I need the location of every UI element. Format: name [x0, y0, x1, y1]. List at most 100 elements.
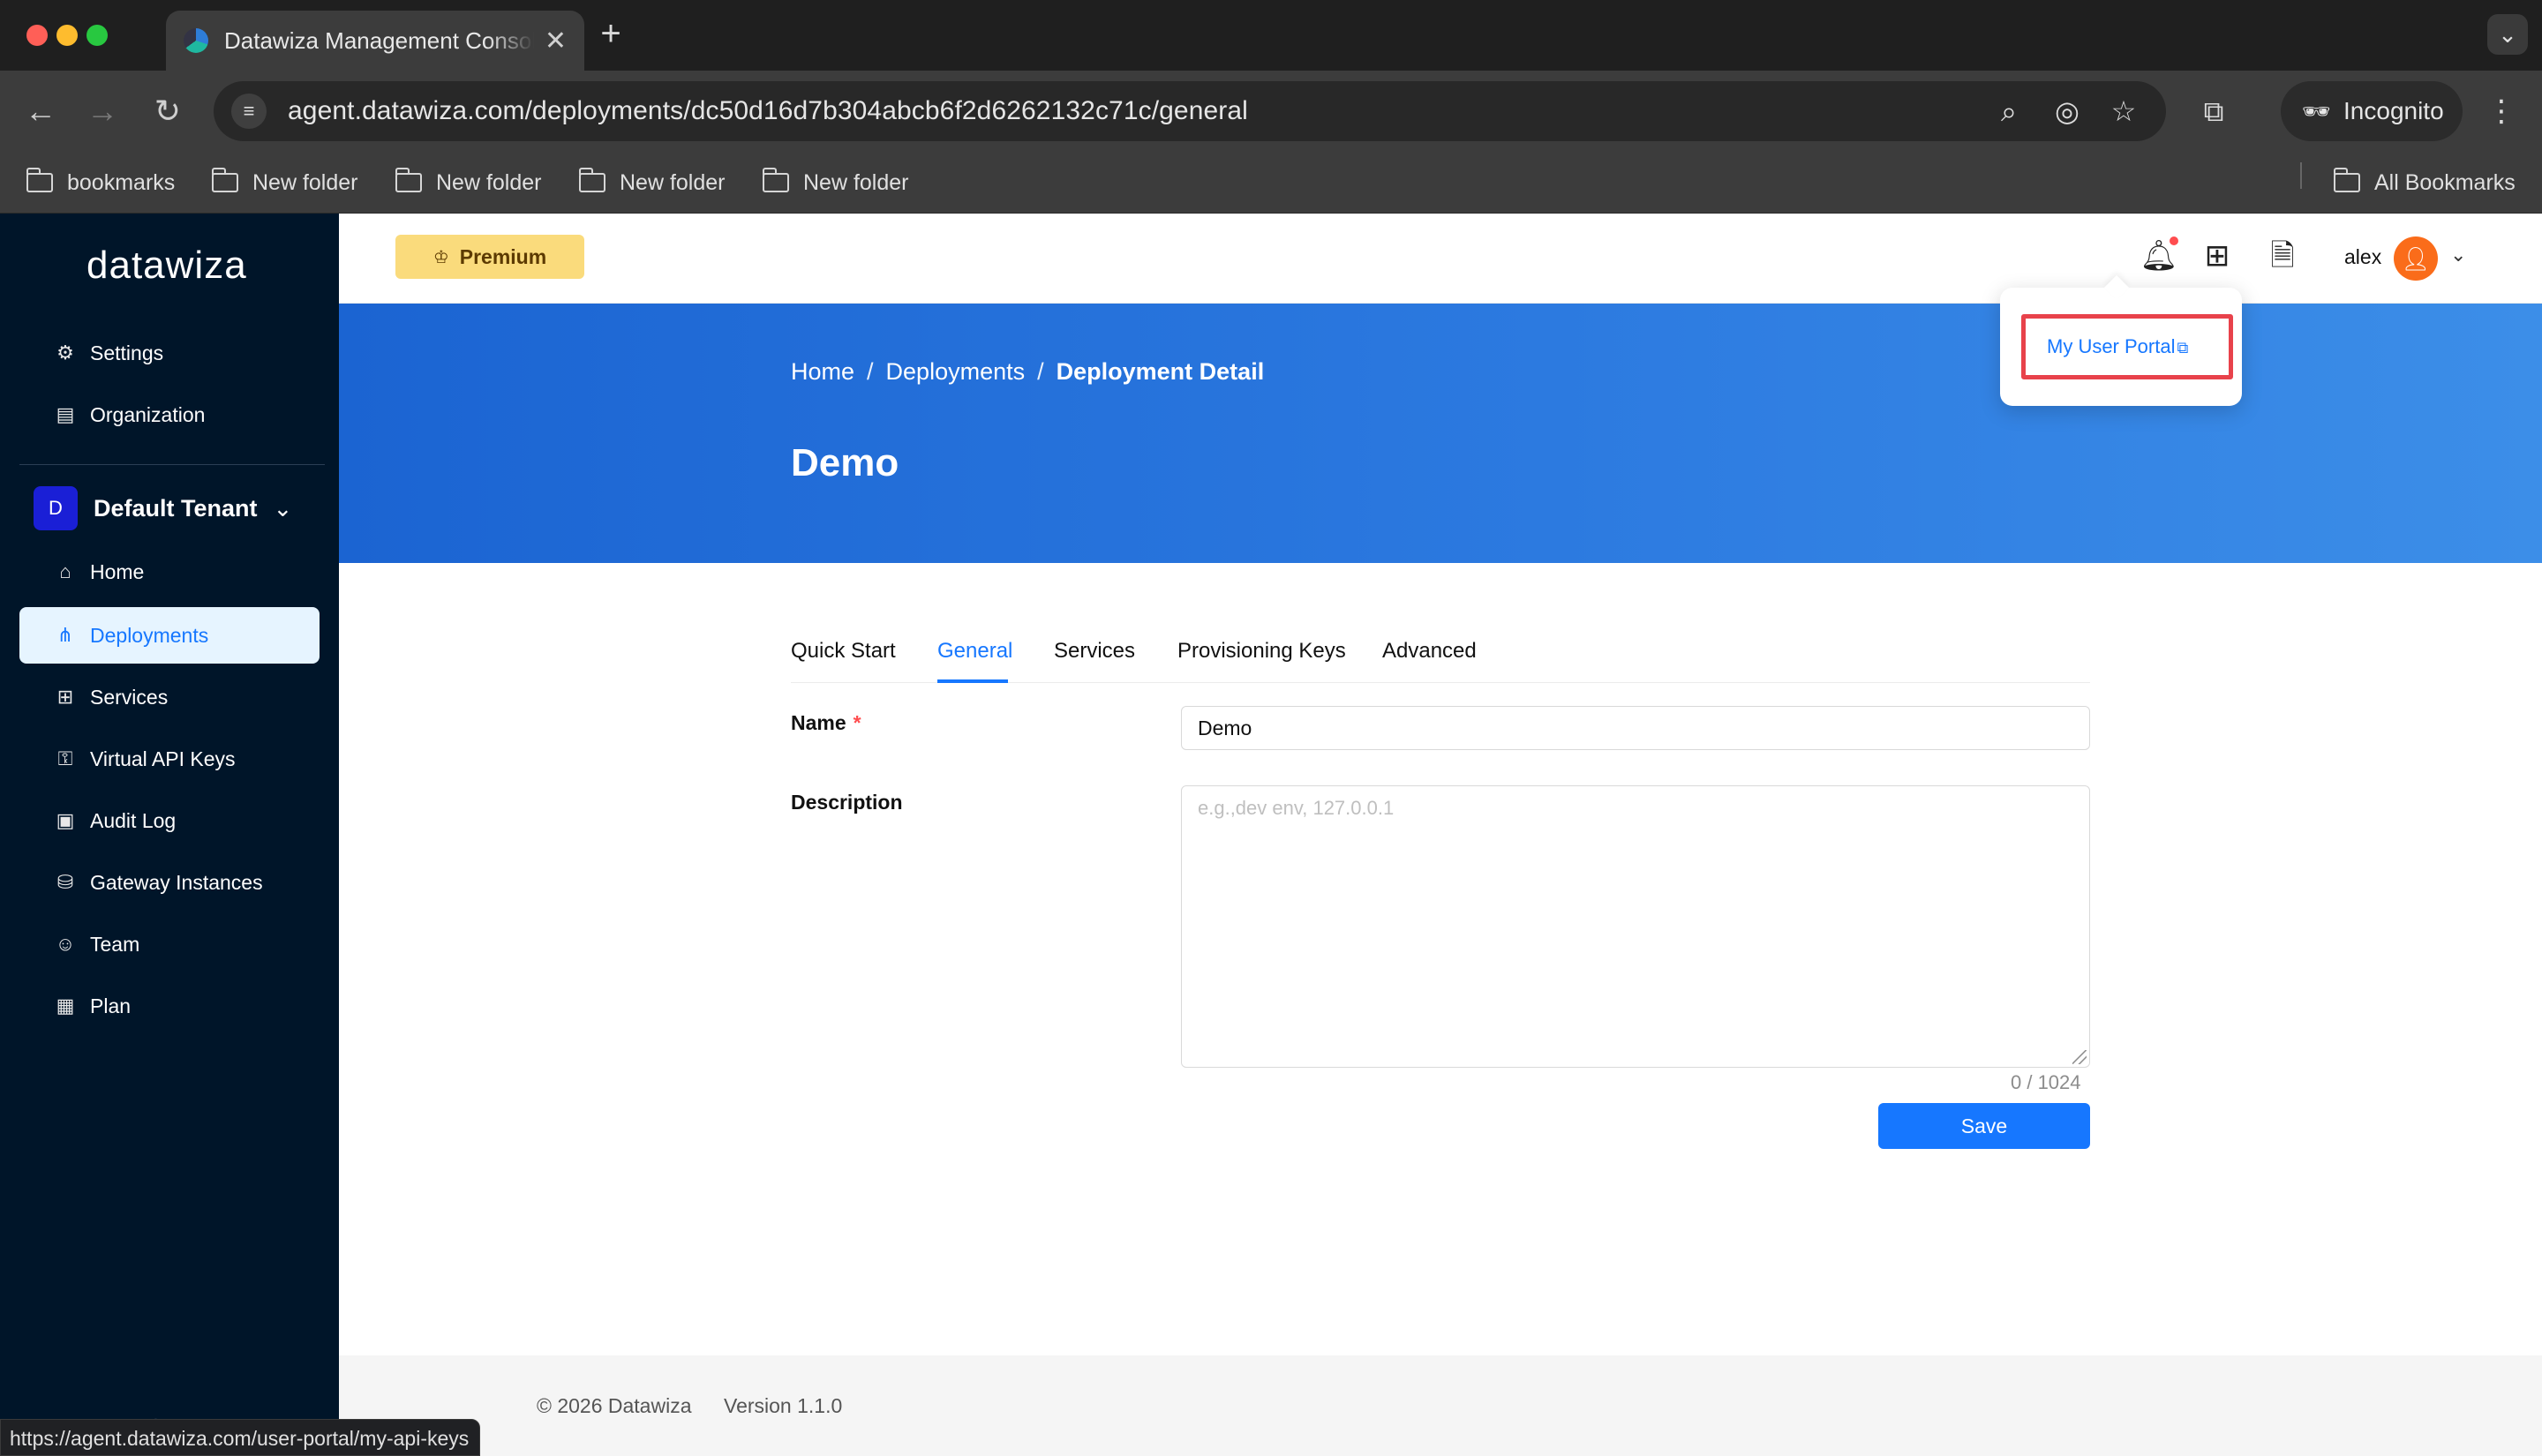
all-bookmarks-label: All Bookmarks	[2374, 169, 2516, 195]
external-link-icon: ⧉	[2177, 339, 2189, 356]
tab-search-button[interactable]: ⌄	[2487, 14, 2528, 55]
eye-off-icon[interactable]: ◎	[2049, 94, 2085, 129]
window-zoom-button[interactable]	[86, 25, 108, 46]
premium-badge[interactable]: ♔ Premium	[395, 235, 584, 279]
sidebar-item-settings[interactable]: ⚙ Settings	[19, 325, 320, 381]
all-bookmarks-button[interactable]: All Bookmarks	[2333, 162, 2516, 203]
tenant-badge: D	[34, 486, 78, 530]
sidebar-divider	[19, 464, 325, 465]
key-icon: ⚿	[57, 747, 73, 769]
bookmark-folder[interactable]: New folder	[762, 162, 909, 203]
bookmark-folder[interactable]: New folder	[395, 162, 542, 203]
breadcrumb-home[interactable]: Home	[791, 358, 854, 386]
breadcrumb-deployments[interactable]: Deployments	[886, 358, 1026, 386]
sidebar-item-services[interactable]: ⊞ Services	[19, 669, 320, 725]
gateway-icon: ⛁	[56, 871, 74, 893]
deployment-icon: ⋔	[56, 624, 74, 646]
tab-services[interactable]: Services	[1054, 639, 1135, 664]
my-user-portal-link[interactable]: My User Portal ⧉	[2047, 335, 2188, 358]
sidebar-item-label: Organization	[90, 402, 206, 426]
grid-icon: ⊞	[56, 686, 74, 708]
sidebar-item-team[interactable]: ☺ Team	[19, 916, 320, 972]
tab-provisioning-keys[interactable]: Provisioning Keys	[1177, 639, 1346, 664]
browser-menu-icon[interactable]: ⋮	[2482, 92, 2521, 131]
breadcrumb-separator: /	[867, 358, 874, 385]
sidebar-item-audit-log[interactable]: ▣ Audit Log	[19, 792, 320, 849]
zoom-icon[interactable]: ⌕	[1991, 94, 2027, 129]
bookmark-label: New folder	[620, 169, 726, 195]
description-textarea[interactable]	[1181, 785, 2090, 1068]
folder-icon	[762, 168, 789, 192]
address-bar[interactable]: ≡ agent.datawiza.com/deployments/dc50d16…	[214, 81, 2166, 141]
bookmark-label: bookmarks	[67, 169, 176, 195]
bookmarks-divider	[2300, 162, 2302, 189]
save-button[interactable]: Save	[1878, 1103, 2090, 1149]
address-url[interactable]: agent.datawiza.com/deployments/dc50d16d7…	[288, 96, 1248, 126]
browser-tab-active[interactable]: Datawiza Management Console ✕	[166, 11, 584, 71]
description-label: Description	[791, 791, 903, 814]
team-icon: ☺	[55, 933, 76, 955]
user-avatar[interactable]: 👤︎	[2394, 236, 2438, 281]
browser-tab-title: Datawiza Management Console	[224, 26, 534, 54]
folder-icon	[26, 168, 53, 192]
active-tab-indicator	[937, 679, 1008, 683]
bookmark-label: New folder	[803, 169, 909, 195]
name-input[interactable]	[1181, 706, 2090, 750]
extensions-icon[interactable]: ⧉	[2196, 94, 2231, 129]
sidebar-item-home[interactable]: ⌂ Home	[19, 544, 320, 600]
sidebar-item-label: Virtual API Keys	[90, 747, 236, 770]
version-text: Version 1.1.0	[724, 1394, 843, 1417]
window-close-button[interactable]	[26, 25, 48, 46]
incognito-badge[interactable]: 🕶 Incognito	[2281, 81, 2463, 141]
notification-dot	[2170, 236, 2178, 245]
resize-handle-icon[interactable]	[2072, 1050, 2087, 1064]
breadcrumb-separator: /	[1037, 358, 1044, 385]
home-icon: ⌂	[59, 560, 71, 582]
bookmark-label: New folder	[436, 169, 542, 195]
portal-link-label: My User Portal	[2047, 335, 2176, 357]
reload-icon[interactable]: ↻	[148, 92, 187, 131]
name-label-text: Name	[791, 711, 846, 734]
sidebar-item-deployments[interactable]: ⋔ Deployments	[19, 607, 320, 664]
new-tab-button[interactable]: +	[593, 16, 628, 51]
tab-general[interactable]: General	[937, 639, 1012, 664]
sidebar-item-plan[interactable]: ▦ Plan	[19, 978, 320, 1034]
plan-icon: ▦	[56, 994, 75, 1017]
copyright-text: © 2026 Datawiza	[537, 1394, 692, 1417]
bookmark-folder[interactable]: New folder	[211, 162, 358, 203]
required-mark: *	[853, 711, 861, 734]
bookmark-folder[interactable]: New folder	[578, 162, 726, 203]
sidebar-item-label: Services	[90, 685, 169, 709]
sidebar-item-label: Plan	[90, 994, 132, 1017]
crown-icon: ♔	[432, 247, 449, 267]
link-status-bar: https://agent.datawiza.com/user-portal/m…	[0, 1419, 481, 1456]
forward-arrow-icon[interactable]: →	[83, 92, 122, 131]
folder-icon	[395, 168, 422, 192]
sidebar-item-organization[interactable]: ▤ Organization	[19, 387, 320, 443]
document-icon[interactable]: 🗎	[2263, 236, 2302, 275]
sidebar-item-label: Settings	[90, 341, 164, 364]
breadcrumb-current: Deployment Detail	[1056, 358, 1265, 385]
tab-advanced[interactable]: Advanced	[1382, 639, 1477, 664]
sidebar-item-label: Audit Log	[90, 808, 177, 832]
bookmark-folder[interactable]: bookmarks	[26, 162, 175, 203]
site-info-icon[interactable]: ≡	[231, 94, 267, 129]
bookmark-star-icon[interactable]: ☆	[2106, 94, 2141, 129]
back-arrow-icon[interactable]: ←	[21, 92, 60, 131]
tab-close-icon[interactable]: ✕	[545, 26, 567, 56]
app-grid-icon[interactable]: ⊞	[2198, 236, 2237, 275]
bookmarks-bar	[0, 152, 2542, 214]
tab-quick-start[interactable]: Quick Start	[791, 639, 896, 664]
user-name[interactable]: alex	[2344, 245, 2381, 269]
tenant-name: Default Tenant	[94, 494, 258, 522]
tenant-selector[interactable]: D Default Tenant ⌄	[34, 484, 298, 533]
sidebar-item-label: Deployments	[90, 623, 209, 647]
sidebar-item-virtual-api-keys[interactable]: ⚿ Virtual API Keys	[19, 731, 320, 787]
chevron-down-icon[interactable]: ⌄	[2450, 244, 2466, 266]
highlight-box: My User Portal ⧉	[2021, 314, 2233, 379]
datawiza-logo[interactable]: datawiza	[86, 244, 247, 288]
datawiza-favicon-icon	[184, 28, 208, 53]
sidebar-item-gateway-instances[interactable]: ⛁ Gateway Instances	[19, 854, 320, 911]
sidebar-item-label: Team	[90, 932, 140, 956]
window-minimize-button[interactable]	[56, 25, 78, 46]
